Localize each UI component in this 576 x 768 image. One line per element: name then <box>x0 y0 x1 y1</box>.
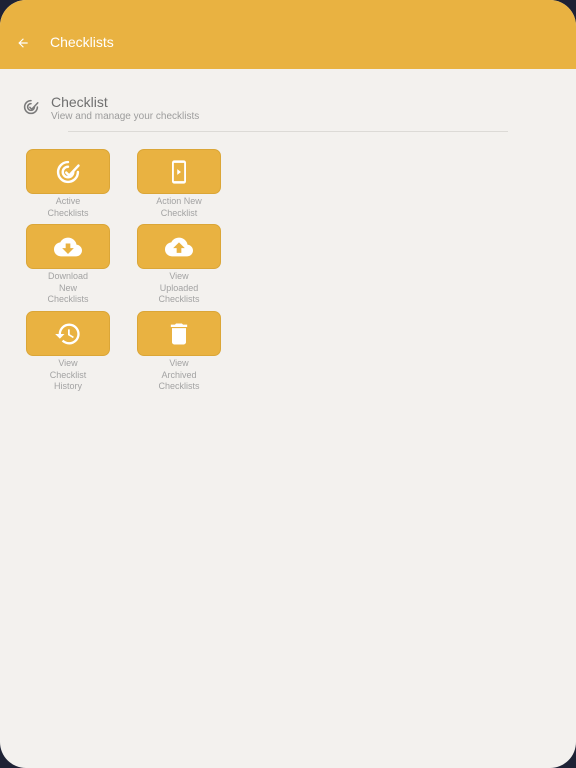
phone-play-icon <box>172 159 186 184</box>
active-checklists-label: Active Checklists <box>47 196 89 218</box>
view-uploaded-checklists-button[interactable] <box>137 224 221 269</box>
section-subtitle: View and manage your checklists <box>51 111 200 122</box>
view-checklist-history-tile[interactable]: View Checklist History <box>25 311 111 393</box>
download-new-checklists-button[interactable] <box>26 224 110 269</box>
app-screen: Checklists Checklist View and manage you… <box>0 0 576 768</box>
download-new-checklists-tile[interactable]: Download New Checklists <box>25 224 111 306</box>
download-new-checklists-label: Download New Checklists <box>47 271 89 304</box>
view-archived-checklists-button[interactable] <box>137 311 221 356</box>
action-new-checklist-label: Action New Checklist <box>156 196 202 218</box>
checklist-check-icon <box>56 160 80 183</box>
active-checklists-button[interactable] <box>26 149 110 194</box>
view-checklist-history-button[interactable] <box>26 311 110 356</box>
view-archived-checklists-tile[interactable]: View Archived Checklists <box>136 311 222 393</box>
cloud-upload-icon <box>165 237 193 256</box>
checklist-check-icon <box>23 99 39 115</box>
app-bar: Checklists <box>0 0 576 69</box>
back-button[interactable] <box>10 31 36 55</box>
view-uploaded-checklists-label: View Uploaded Checklists <box>158 271 200 304</box>
page-title: Checklists <box>50 34 114 50</box>
action-new-checklist-tile[interactable]: Action New Checklist <box>136 149 222 219</box>
view-uploaded-checklists-tile[interactable]: View Uploaded Checklists <box>136 224 222 306</box>
section-title: Checklist <box>51 94 108 110</box>
active-checklists-tile[interactable]: Active Checklists <box>25 149 111 219</box>
trash-icon <box>170 323 188 344</box>
cloud-download-icon <box>54 237 82 256</box>
view-checklist-history-label: View Checklist History <box>49 358 87 391</box>
view-archived-checklists-label: View Archived Checklists <box>158 358 200 391</box>
history-icon <box>55 323 80 344</box>
action-new-checklist-button[interactable] <box>137 149 221 194</box>
arrow-left-icon <box>18 38 28 48</box>
divider <box>68 131 508 132</box>
